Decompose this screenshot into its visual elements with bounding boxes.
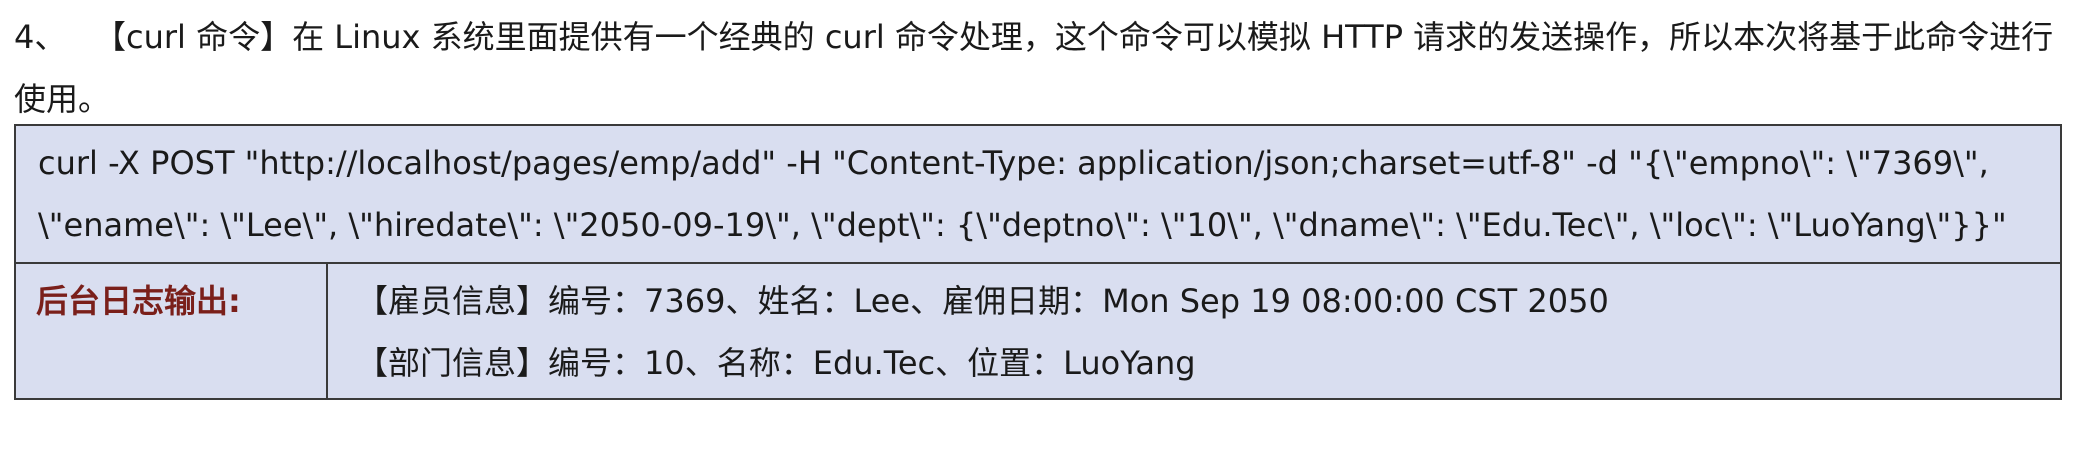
step-paragraph: 4、 【curl 命令】在 Linux 系统里面提供有一个经典的 curl 命令处… [14, 6, 2064, 130]
log-line-employee: 【雇员信息】编号：7369、姓名：Lee、雇佣日期：Mon Sep 19 08:… [356, 282, 1609, 320]
log-output-label: 后台日志输出: [16, 264, 328, 398]
curl-command-block: curl -X POST "http://localhost/pages/emp… [16, 126, 2060, 262]
log-output-content: 【雇员信息】编号：7369、姓名：Lee、雇佣日期：Mon Sep 19 08:… [328, 264, 2060, 398]
log-line-department: 【部门信息】编号：10、名称：Edu.Tec、位置：LuoYang [356, 344, 1196, 382]
step-description: 【curl 命令】在 Linux 系统里面提供有一个经典的 curl 命令处理，… [14, 18, 2054, 118]
log-output-row: 后台日志输出: 【雇员信息】编号：7369、姓名：Lee、雇佣日期：Mon Se… [16, 262, 2060, 398]
step-number: 4、 [14, 18, 67, 56]
code-example-table: curl -X POST "http://localhost/pages/emp… [14, 124, 2062, 400]
